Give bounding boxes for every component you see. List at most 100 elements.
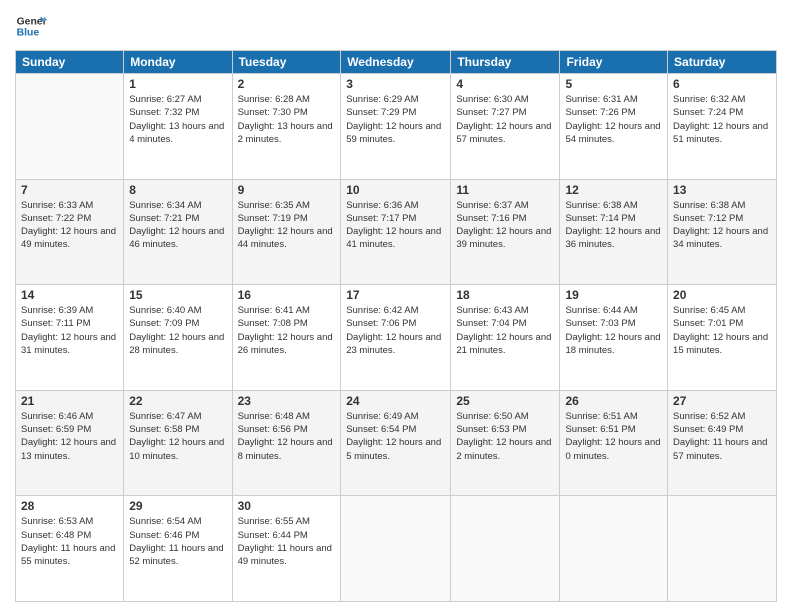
day-cell: 24 Sunrise: 6:49 AMSunset: 6:54 PMDayligh… bbox=[341, 390, 451, 496]
day-info: Sunrise: 6:40 AMSunset: 7:09 PMDaylight:… bbox=[129, 304, 226, 357]
day-cell: 10Sunrise: 6:36 AMSunset: 7:17 PMDayligh… bbox=[341, 179, 451, 285]
day-cell: 16Sunrise: 6:41 AMSunset: 7:08 PMDayligh… bbox=[232, 285, 341, 391]
day-cell bbox=[16, 74, 124, 180]
day-number: 27 bbox=[673, 394, 771, 408]
day-cell: 8 Sunrise: 6:34 AMSunset: 7:21 PMDaylight… bbox=[124, 179, 232, 285]
day-cell: 12 Sunrise: 6:38 AMSunset: 7:14 PMDayligh… bbox=[560, 179, 668, 285]
weekday-header-wednesday: Wednesday bbox=[341, 51, 451, 74]
weekday-header-friday: Friday bbox=[560, 51, 668, 74]
day-number: 15 bbox=[129, 288, 226, 302]
day-cell bbox=[341, 496, 451, 602]
day-number: 30 bbox=[238, 499, 336, 513]
day-cell: 5Sunrise: 6:31 AMSunset: 7:26 PMDaylight… bbox=[560, 74, 668, 180]
day-cell: 7Sunrise: 6:33 AMSunset: 7:22 PMDaylight… bbox=[16, 179, 124, 285]
day-info: Sunrise: 6:52 AMSunset: 6:49 PMDaylight:… bbox=[673, 410, 771, 463]
day-cell: 3Sunrise: 6:29 AMSunset: 7:29 PMDaylight… bbox=[341, 74, 451, 180]
day-info: Sunrise: 6:55 AMSunset: 6:44 PMDaylight:… bbox=[238, 515, 336, 568]
day-number: 25 bbox=[456, 394, 554, 408]
day-cell: 17 Sunrise: 6:42 AMSunset: 7:06 PMDayligh… bbox=[341, 285, 451, 391]
day-info: Sunrise: 6:27 AMSunset: 7:32 PMDaylight:… bbox=[129, 93, 226, 146]
day-info: Sunrise: 6:51 AMSunset: 6:51 PMDaylight:… bbox=[565, 410, 662, 463]
page: General Blue SundayMondayTuesdayWednesda… bbox=[0, 0, 792, 612]
day-cell: 2 Sunrise: 6:28 AMSunset: 7:30 PMDaylight… bbox=[232, 74, 341, 180]
day-number: 29 bbox=[129, 499, 226, 513]
calendar-table: SundayMondayTuesdayWednesdayThursdayFrid… bbox=[15, 50, 777, 602]
day-number: 18 bbox=[456, 288, 554, 302]
day-info: Sunrise: 6:37 AMSunset: 7:16 PMDaylight:… bbox=[456, 199, 554, 252]
logo: General Blue bbox=[15, 10, 51, 42]
day-info: Sunrise: 6:38 AMSunset: 7:14 PMDaylight:… bbox=[565, 199, 662, 252]
weekday-header-thursday: Thursday bbox=[451, 51, 560, 74]
day-info: Sunrise: 6:33 AMSunset: 7:22 PMDaylight:… bbox=[21, 199, 118, 252]
day-info: Sunrise: 6:41 AMSunset: 7:08 PMDaylight:… bbox=[238, 304, 336, 357]
day-info: Sunrise: 6:39 AMSunset: 7:11 PMDaylight:… bbox=[21, 304, 118, 357]
day-number: 24 bbox=[346, 394, 445, 408]
day-info: Sunrise: 6:30 AMSunset: 7:27 PMDaylight:… bbox=[456, 93, 554, 146]
day-number: 22 bbox=[129, 394, 226, 408]
day-info: Sunrise: 6:44 AMSunset: 7:03 PMDaylight:… bbox=[565, 304, 662, 357]
day-cell: 1 Sunrise: 6:27 AMSunset: 7:32 PMDaylight… bbox=[124, 74, 232, 180]
day-cell: 13Sunrise: 6:38 AMSunset: 7:12 PMDayligh… bbox=[668, 179, 777, 285]
day-cell: 29Sunrise: 6:54 AMSunset: 6:46 PMDayligh… bbox=[124, 496, 232, 602]
svg-text:Blue: Blue bbox=[17, 28, 40, 39]
week-row-3: 14Sunrise: 6:39 AMSunset: 7:11 PMDayligh… bbox=[16, 285, 777, 391]
day-cell: 25 Sunrise: 6:50 AMSunset: 6:53 PMDayligh… bbox=[451, 390, 560, 496]
week-row-1: 1 Sunrise: 6:27 AMSunset: 7:32 PMDaylight… bbox=[16, 74, 777, 180]
day-number: 23 bbox=[238, 394, 336, 408]
day-cell bbox=[451, 496, 560, 602]
day-info: Sunrise: 6:35 AMSunset: 7:19 PMDaylight:… bbox=[238, 199, 336, 252]
day-cell: 4 Sunrise: 6:30 AMSunset: 7:27 PMDaylight… bbox=[451, 74, 560, 180]
day-cell bbox=[560, 496, 668, 602]
day-number: 28 bbox=[21, 499, 118, 513]
day-number: 1 bbox=[129, 77, 226, 91]
day-info: Sunrise: 6:28 AMSunset: 7:30 PMDaylight:… bbox=[238, 93, 336, 146]
day-cell: 18 Sunrise: 6:43 AMSunset: 7:04 PMDayligh… bbox=[451, 285, 560, 391]
day-number: 5 bbox=[565, 77, 662, 91]
day-number: 20 bbox=[673, 288, 771, 302]
day-number: 26 bbox=[565, 394, 662, 408]
day-number: 6 bbox=[673, 77, 771, 91]
day-number: 2 bbox=[238, 77, 336, 91]
weekday-header-tuesday: Tuesday bbox=[232, 51, 341, 74]
day-cell: 19 Sunrise: 6:44 AMSunset: 7:03 PMDayligh… bbox=[560, 285, 668, 391]
day-info: Sunrise: 6:48 AMSunset: 6:56 PMDaylight:… bbox=[238, 410, 336, 463]
day-number: 11 bbox=[456, 183, 554, 197]
day-cell bbox=[668, 496, 777, 602]
header: General Blue bbox=[15, 10, 777, 42]
day-number: 12 bbox=[565, 183, 662, 197]
logo-icon: General Blue bbox=[15, 10, 47, 42]
day-number: 9 bbox=[238, 183, 336, 197]
day-info: Sunrise: 6:32 AMSunset: 7:24 PMDaylight:… bbox=[673, 93, 771, 146]
day-cell: 14Sunrise: 6:39 AMSunset: 7:11 PMDayligh… bbox=[16, 285, 124, 391]
week-row-5: 28Sunrise: 6:53 AMSunset: 6:48 PMDayligh… bbox=[16, 496, 777, 602]
day-number: 21 bbox=[21, 394, 118, 408]
day-number: 4 bbox=[456, 77, 554, 91]
day-cell: 6 Sunrise: 6:32 AMSunset: 7:24 PMDaylight… bbox=[668, 74, 777, 180]
weekday-header-saturday: Saturday bbox=[668, 51, 777, 74]
header-row: SundayMondayTuesdayWednesdayThursdayFrid… bbox=[16, 51, 777, 74]
svg-text:General: General bbox=[17, 16, 47, 27]
weekday-header-monday: Monday bbox=[124, 51, 232, 74]
day-info: Sunrise: 6:50 AMSunset: 6:53 PMDaylight:… bbox=[456, 410, 554, 463]
week-row-4: 21Sunrise: 6:46 AMSunset: 6:59 PMDayligh… bbox=[16, 390, 777, 496]
day-info: Sunrise: 6:42 AMSunset: 7:06 PMDaylight:… bbox=[346, 304, 445, 357]
day-info: Sunrise: 6:45 AMSunset: 7:01 PMDaylight:… bbox=[673, 304, 771, 357]
day-cell: 21Sunrise: 6:46 AMSunset: 6:59 PMDayligh… bbox=[16, 390, 124, 496]
weekday-header-sunday: Sunday bbox=[16, 51, 124, 74]
day-cell: 23 Sunrise: 6:48 AMSunset: 6:56 PMDayligh… bbox=[232, 390, 341, 496]
day-info: Sunrise: 6:34 AMSunset: 7:21 PMDaylight:… bbox=[129, 199, 226, 252]
day-cell: 20 Sunrise: 6:45 AMSunset: 7:01 PMDayligh… bbox=[668, 285, 777, 391]
day-number: 17 bbox=[346, 288, 445, 302]
day-cell: 27 Sunrise: 6:52 AMSunset: 6:49 PMDayligh… bbox=[668, 390, 777, 496]
day-cell: 22 Sunrise: 6:47 AMSunset: 6:58 PMDayligh… bbox=[124, 390, 232, 496]
day-number: 10 bbox=[346, 183, 445, 197]
day-cell: 28Sunrise: 6:53 AMSunset: 6:48 PMDayligh… bbox=[16, 496, 124, 602]
day-number: 8 bbox=[129, 183, 226, 197]
day-info: Sunrise: 6:43 AMSunset: 7:04 PMDaylight:… bbox=[456, 304, 554, 357]
day-cell: 9 Sunrise: 6:35 AMSunset: 7:19 PMDaylight… bbox=[232, 179, 341, 285]
day-number: 3 bbox=[346, 77, 445, 91]
day-info: Sunrise: 6:49 AMSunset: 6:54 PMDaylight:… bbox=[346, 410, 445, 463]
day-number: 19 bbox=[565, 288, 662, 302]
day-number: 13 bbox=[673, 183, 771, 197]
day-info: Sunrise: 6:47 AMSunset: 6:58 PMDaylight:… bbox=[129, 410, 226, 463]
